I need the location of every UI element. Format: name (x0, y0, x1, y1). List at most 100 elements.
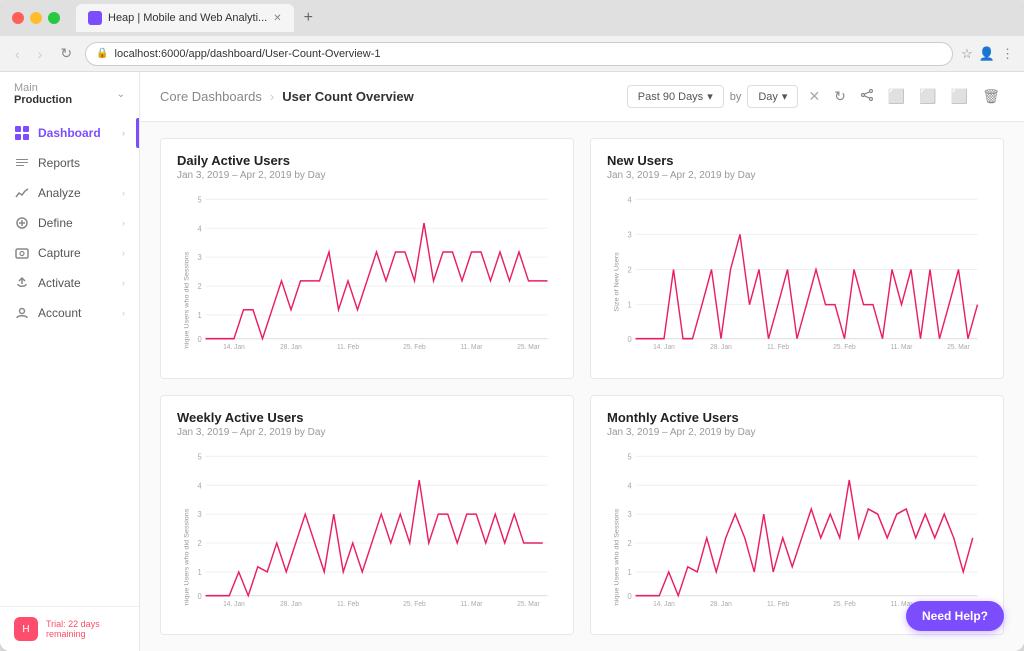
need-help-button[interactable]: Need Help? (906, 601, 1004, 631)
svg-text:25. Feb: 25. Feb (833, 344, 856, 349)
tab-close-button[interactable]: ✕ (273, 13, 281, 24)
lock-icon: 🔒 (96, 48, 108, 59)
edit-icon[interactable]: ⬜ (947, 84, 972, 109)
chart-title-daily: Daily Active Users (177, 153, 557, 168)
dashboard-chevron: › (122, 128, 125, 138)
chart-card-weekly-active-users: Weekly Active Users Jan 3, 2019 – Apr 2,… (160, 395, 574, 636)
chart-card-monthly-active-users: Monthly Active Users Jan 3, 2019 – Apr 2… (590, 395, 1004, 636)
svg-text:25. Feb: 25. Feb (403, 600, 426, 605)
account-icon (14, 305, 30, 321)
svg-text:25. Mar: 25. Mar (517, 600, 540, 605)
svg-text:25. Mar: 25. Mar (517, 344, 540, 349)
svg-text:4: 4 (627, 195, 632, 204)
svg-text:14. Jan: 14. Jan (653, 344, 675, 349)
date-range-chevron: ▾ (707, 90, 713, 103)
chart-subtitle-weekly: Jan 3, 2019 – Apr 2, 2019 by Day (177, 427, 557, 438)
delete-icon[interactable]: 🗑 (978, 84, 1004, 109)
svg-text:1: 1 (197, 567, 202, 576)
chart-subtitle-daily: Jan 3, 2019 – Apr 2, 2019 by Day (177, 170, 557, 181)
sidebar-workspace-chevron[interactable]: ⌄ (117, 89, 125, 100)
new-tab-button[interactable]: + (298, 9, 319, 27)
sidebar-item-account[interactable]: Account › (0, 298, 139, 328)
svg-text:3: 3 (197, 253, 202, 262)
more-icon[interactable]: ⋮ (1001, 46, 1014, 62)
svg-text:5: 5 (197, 452, 202, 461)
svg-text:3: 3 (627, 509, 632, 518)
svg-text:5: 5 (627, 452, 632, 461)
date-range-filter[interactable]: Past 90 Days ▾ (627, 85, 724, 108)
address-bar[interactable]: 🔒 localhost:6000/app/dashboard/User-Coun… (85, 42, 953, 66)
fullscreen-traffic-light[interactable] (48, 12, 60, 24)
chart-area-daily: Unique Users who did Sessions 5 4 3 2 (177, 189, 557, 349)
svg-text:14. Jan: 14. Jan (223, 600, 245, 605)
chart-title-new: New Users (607, 153, 987, 168)
svg-text:3: 3 (627, 230, 632, 239)
back-button[interactable]: ‹ (10, 43, 25, 65)
browser-toolbar: ‹ › ↻ 🔒 localhost:6000/app/dashboard/Use… (0, 36, 1024, 72)
analyze-label: Analyze (38, 186, 81, 200)
svg-text:5: 5 (197, 195, 202, 204)
header-controls: Past 90 Days ▾ by Day ▾ ✕ ↻ (627, 84, 1004, 109)
svg-text:11. Mar: 11. Mar (460, 600, 483, 605)
profile-icon[interactable]: 👤 (979, 46, 995, 62)
chart-subtitle-monthly: Jan 3, 2019 – Apr 2, 2019 by Day (607, 427, 987, 438)
sidebar-item-activate[interactable]: Activate › (0, 268, 139, 298)
trial-icon: H (14, 617, 38, 641)
share-icon[interactable] (856, 84, 878, 109)
breadcrumb-parent[interactable]: Core Dashboards (160, 89, 262, 104)
granularity-filter[interactable]: Day ▾ (747, 85, 798, 108)
date-range-label: Past 90 Days (638, 91, 703, 103)
app-layout: Main Production ⌄ (0, 72, 1024, 651)
sidebar-item-capture[interactable]: Capture › (0, 238, 139, 268)
svg-text:11. Mar: 11. Mar (890, 344, 913, 349)
reload-button[interactable]: ↻ (55, 42, 77, 65)
svg-text:11. Feb: 11. Feb (767, 344, 789, 349)
chart-card-daily-active-users: Daily Active Users Jan 3, 2019 – Apr 2, … (160, 138, 574, 379)
copy-icon[interactable]: ⬜ (915, 84, 940, 109)
svg-text:25. Feb: 25. Feb (403, 344, 426, 349)
capture-label: Capture (38, 246, 81, 260)
dashboard-icon (14, 125, 30, 141)
sidebar-section-label: Main (14, 82, 72, 94)
sidebar-item-dashboard[interactable]: Dashboard › (0, 118, 139, 148)
svg-text:0: 0 (197, 591, 202, 600)
browser-titlebar: Heap | Mobile and Web Analyti... ✕ + (0, 0, 1024, 36)
sidebar-item-reports[interactable]: Reports (0, 148, 139, 178)
close-traffic-light[interactable] (12, 12, 24, 24)
svg-text:4: 4 (197, 224, 202, 233)
svg-text:2: 2 (627, 538, 631, 547)
define-chevron: › (122, 218, 125, 228)
bookmark-icon[interactable]: ☆ (961, 46, 973, 62)
define-icon (14, 215, 30, 231)
svg-text:14. Jan: 14. Jan (653, 600, 675, 605)
svg-text:2: 2 (627, 265, 631, 274)
svg-text:0: 0 (627, 334, 632, 343)
export-icon[interactable]: ⬜ (884, 84, 909, 109)
sidebar-item-analyze[interactable]: Analyze › (0, 178, 139, 208)
svg-text:11. Feb: 11. Feb (337, 600, 359, 605)
capture-chevron: › (122, 248, 125, 258)
minimize-traffic-light[interactable] (30, 12, 42, 24)
forward-button[interactable]: › (33, 43, 48, 65)
svg-text:28. Jan: 28. Jan (280, 344, 302, 349)
svg-text:11. Feb: 11. Feb (337, 344, 359, 349)
filter-close-button[interactable]: ✕ (804, 84, 824, 109)
define-label: Define (38, 216, 73, 230)
refresh-icon[interactable]: ↻ (830, 84, 850, 109)
svg-text:25. Feb: 25. Feb (833, 600, 856, 605)
svg-text:14. Jan: 14. Jan (223, 344, 245, 349)
capture-icon (14, 245, 30, 261)
activate-label: Activate (38, 276, 81, 290)
svg-text:25. Mar: 25. Mar (947, 344, 970, 349)
svg-text:2: 2 (197, 282, 201, 291)
tab-favicon (88, 11, 102, 25)
tab-title: Heap | Mobile and Web Analyti... (108, 12, 267, 24)
chart-title-monthly: Monthly Active Users (607, 410, 987, 425)
browser-tab[interactable]: Heap | Mobile and Web Analyti... ✕ (76, 4, 294, 32)
svg-text:28. Jan: 28. Jan (710, 600, 732, 605)
chart-area-new: Size of New Users 4 3 2 1 0 (607, 189, 987, 349)
svg-text:1: 1 (627, 567, 632, 576)
svg-text:3: 3 (197, 509, 202, 518)
sidebar-item-define[interactable]: Define › (0, 208, 139, 238)
svg-text:Unique Users who did Sessions: Unique Users who did Sessions (614, 508, 621, 606)
